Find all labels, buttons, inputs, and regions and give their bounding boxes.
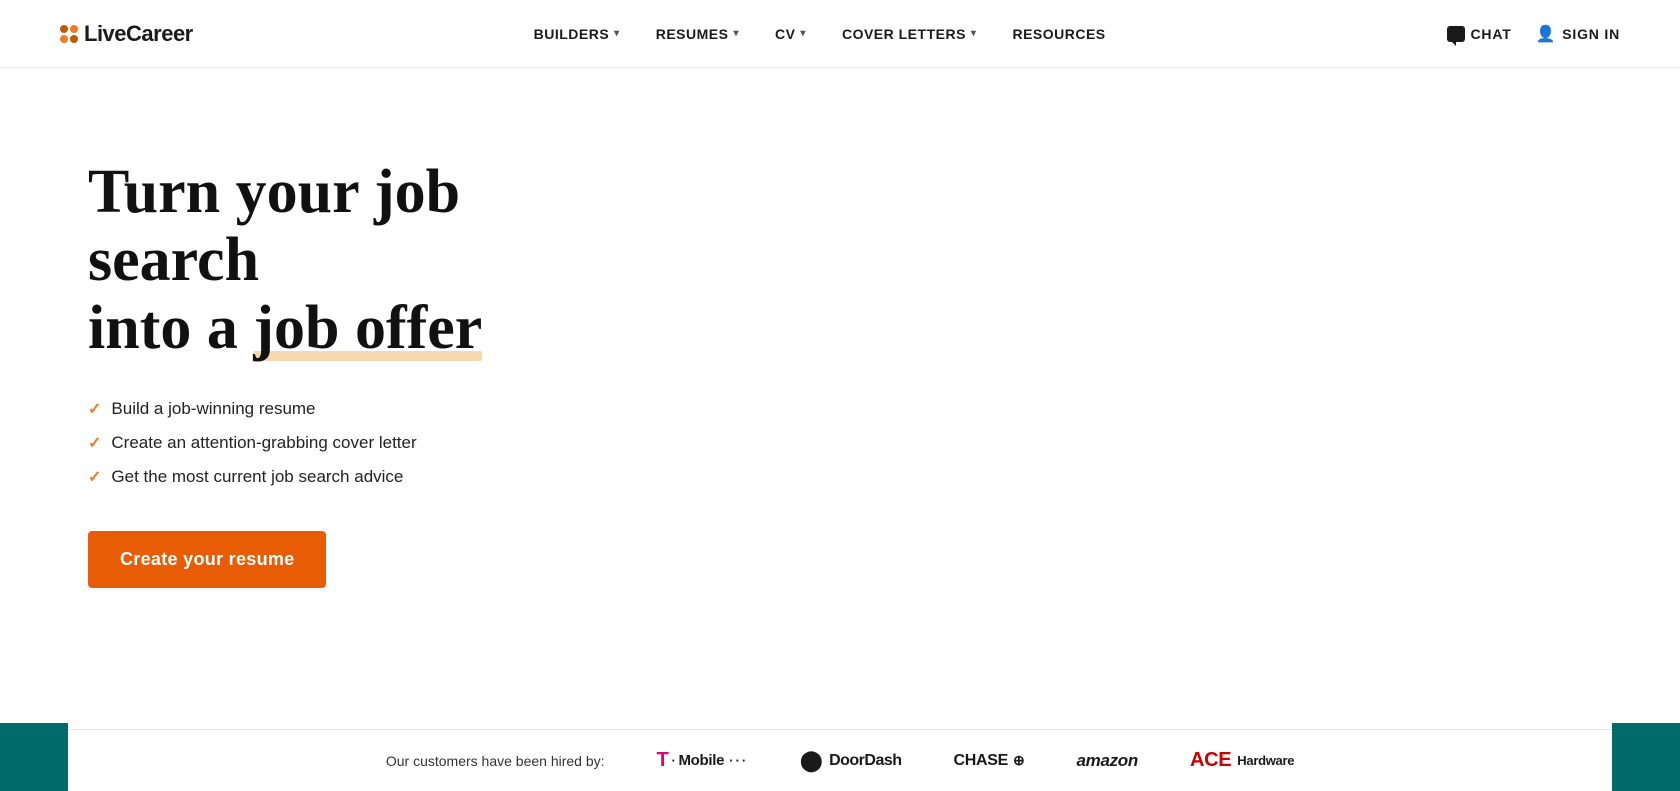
logo-dots [60,25,78,43]
chat-button[interactable]: CHAT [1447,26,1512,42]
company-doordash: ⬤ DoorDash [800,748,901,773]
nav-center: BUILDERS ▾ RESUMES ▾ CV ▾ COVER LETTERS … [534,26,1106,42]
nav-item-resources[interactable]: RESOURCES [1012,26,1105,42]
logo-dot-3 [60,35,68,43]
company-ace: ACE Hardware [1190,749,1294,772]
signin-button[interactable]: 👤 SIGN IN [1536,24,1620,44]
nav-label-cover-letters: COVER LETTERS [842,26,966,42]
chevron-down-icon: ▾ [800,28,806,39]
logo-link[interactable]: LiveCareer [60,21,193,47]
doordash-text: DoorDash [829,752,901,770]
user-icon: 👤 [1536,24,1557,44]
navbar: LiveCareer BUILDERS ▾ RESUMES ▾ CV ▾ COV… [0,0,1680,68]
check-icon-2: ✓ [88,433,101,453]
checklist-item-3: ✓ Get the most current job search advice [88,467,640,487]
nav-label-resumes: RESUMES [656,26,729,42]
checklist-item-2: ✓ Create an attention-grabbing cover let… [88,433,640,453]
logo-dot-2 [70,25,78,33]
amazon-text: amazon [1076,751,1138,771]
hero-title: Turn your job search into a job offer [88,158,640,363]
check-icon-1: ✓ [88,399,101,419]
page-wrapper: LiveCareer BUILDERS ▾ RESUMES ▾ CV ▾ COV… [0,0,1680,791]
check-icon-3: ✓ [88,467,101,487]
checklist-text-3: Get the most current job search advice [111,467,403,487]
nav-label-cv: CV [775,26,795,42]
nav-item-cover-letters[interactable]: COVER LETTERS ▾ [842,26,977,42]
nav-label-resources: RESOURCES [1012,26,1105,42]
hero-title-line1: Turn your job search [88,158,460,294]
hero-section: Turn your job search into a job offer ✓ … [0,68,700,648]
chat-label: CHAT [1471,26,1512,42]
ace-text: ACE [1190,749,1231,772]
chevron-down-icon: ▾ [733,28,739,39]
customers-bar: Our customers have been hired by: T · Mo… [0,729,1680,791]
hero-title-highlight: job offer [253,294,482,362]
company-amazon: amazon [1076,751,1138,771]
checklist-item-1: ✓ Build a job-winning resume [88,399,640,419]
customers-label: Our customers have been hired by: [386,753,605,769]
nav-label-builders: BUILDERS [534,26,610,42]
logo-text: LiveCareer [84,21,193,47]
create-resume-button[interactable]: Create your resume [88,531,326,588]
nav-right: CHAT 👤 SIGN IN [1447,24,1621,44]
hero-title-line2: into a [88,294,238,362]
teal-left-accent [0,723,68,791]
logo-dot-1 [60,25,68,33]
chevron-down-icon: ▾ [614,28,620,39]
checklist-text-1: Build a job-winning resume [111,399,315,419]
tmobile-icon: T [657,749,669,772]
signin-label: SIGN IN [1562,26,1620,42]
nav-item-builders[interactable]: BUILDERS ▾ [534,26,620,42]
chase-text: CHASE [954,752,1009,770]
teal-right-accent [1612,723,1680,791]
nav-item-cv[interactable]: CV ▾ [775,26,806,42]
chat-bubble-icon [1447,26,1465,42]
chevron-down-icon: ▾ [971,28,977,39]
company-tmobile: T · Mobile ··· [657,749,749,772]
nav-item-resumes[interactable]: RESUMES ▾ [656,26,739,42]
company-chase: CHASE ⊕ [954,752,1025,770]
hero-checklist: ✓ Build a job-winning resume ✓ Create an… [88,399,640,487]
logo-dot-4 [70,35,78,43]
checklist-text-2: Create an attention-grabbing cover lette… [111,433,416,453]
logo-icon [60,25,78,43]
